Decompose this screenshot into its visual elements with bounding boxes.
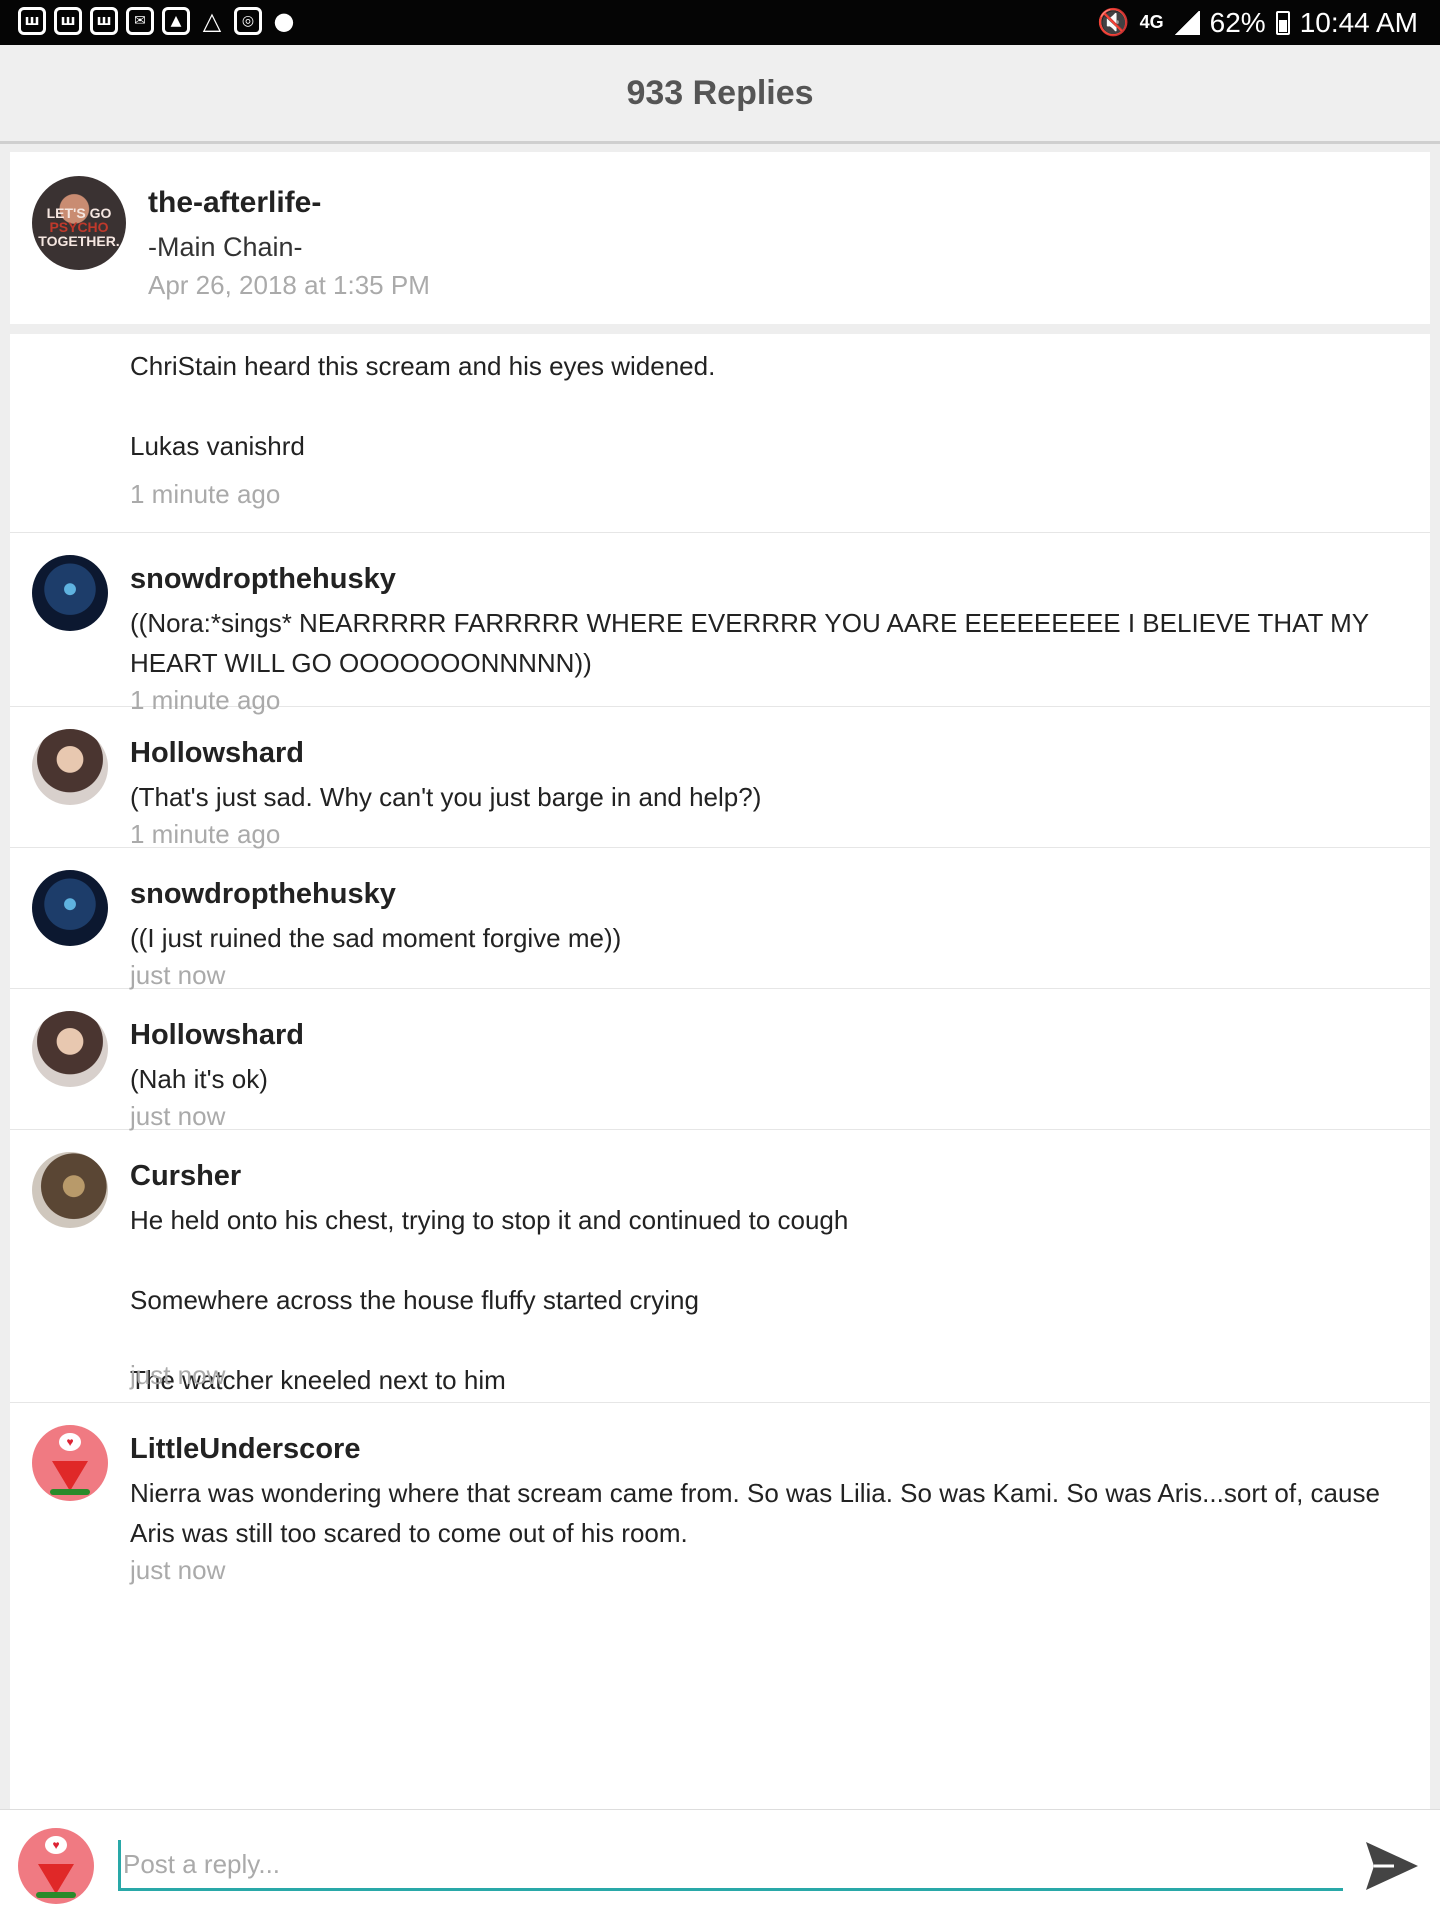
avatar[interactable]: LET'S GO PSYCHO TOGETHER.	[32, 176, 126, 270]
battery-icon	[1275, 10, 1290, 35]
username[interactable]: snowdropthehusky	[130, 878, 396, 911]
watermelon-icon	[52, 1461, 88, 1491]
list-item[interactable]: Hollowshard (Nah it's ok) just now	[10, 989, 1430, 1131]
list-item[interactable]: Hollowshard (That's just sad. Why can't …	[10, 707, 1430, 849]
page-title: 933 Replies	[626, 73, 814, 112]
heart-icon: ♥	[59, 1433, 81, 1451]
header: 933 Replies	[0, 45, 1440, 144]
post-time: just now	[130, 960, 226, 990]
avatar[interactable]	[32, 870, 108, 946]
avatar[interactable]	[32, 555, 108, 631]
avatar[interactable]	[32, 729, 108, 805]
post-body: Nierra was wondering where that scream c…	[130, 1478, 1380, 1548]
avatar[interactable]	[32, 1011, 108, 1087]
reply-input[interactable]	[118, 1840, 1343, 1891]
avatar[interactable]	[32, 1152, 108, 1228]
drive-icon: △	[202, 7, 222, 35]
reply-bar: ♥	[0, 1809, 1440, 1921]
w-icon: ш	[18, 7, 46, 35]
timestamp: Apr 26, 2018 at 1:35 PM	[148, 270, 430, 300]
post-time: just now	[130, 1555, 226, 1585]
post-body: (Nah it's ok)	[130, 1064, 268, 1094]
mute-icon: 🔇	[1097, 7, 1130, 37]
gallery-icon: ▲	[162, 7, 190, 35]
list-item[interactable]: ♥ LittleUnderscore Nierra was wondering …	[10, 1403, 1430, 1585]
reply-list[interactable]: ChriStain heard this scream and his eyes…	[10, 334, 1430, 1809]
post-time: just now	[130, 1101, 226, 1131]
post-body: (That's just sad. Why can't you just bar…	[130, 782, 762, 812]
list-item[interactable]: snowdropthehusky ((Nora:*sings* NEARRRRR…	[10, 533, 1430, 715]
username[interactable]: Hollowshard	[130, 737, 304, 770]
w-icon: ш	[90, 7, 118, 35]
post-body: ((I just ruined the sad moment forgive m…	[130, 923, 622, 953]
instagram-icon: ◎	[234, 7, 262, 35]
status-bar: ш ш ш ✉ ▲ △ ◎ ● 🔇 4G 62% 10:44 AM	[0, 0, 1440, 45]
send-icon[interactable]	[1364, 1840, 1420, 1892]
notification-icons: ш ш ш ✉ ▲ △ ◎ ●	[18, 7, 298, 35]
bubble-icon: ●	[273, 7, 295, 35]
username[interactable]: LittleUnderscore	[130, 1433, 360, 1466]
avatar-caption: LET'S GO PSYCHO TOGETHER.	[38, 205, 120, 249]
list-item[interactable]: snowdropthehusky ((I just ruined the sad…	[10, 848, 1430, 990]
avatar[interactable]: ♥	[32, 1425, 108, 1501]
avatar[interactable]: ♥	[18, 1828, 94, 1904]
battery-percent: 62%	[1209, 6, 1266, 38]
post-time: 1 minute ago	[130, 479, 281, 509]
post-body: ((Nora:*sings* NEARRRRR FARRRRR WHERE EV…	[130, 608, 1369, 678]
post-time: 1 minute ago	[130, 819, 281, 849]
username[interactable]: snowdropthehusky	[130, 563, 396, 596]
username[interactable]: the-afterlife-	[148, 186, 321, 220]
signal-icon	[1173, 10, 1200, 35]
network-type: 4G	[1139, 12, 1164, 32]
post-time: just now	[130, 1360, 226, 1390]
original-post[interactable]: LET'S GO PSYCHO TOGETHER. the-afterlife-…	[10, 152, 1430, 324]
watermelon-icon	[38, 1864, 74, 1894]
heart-icon: ♥	[45, 1836, 67, 1854]
list-item[interactable]: ChriStain heard this scream and his eyes…	[10, 334, 1430, 533]
list-item[interactable]: Cursher He held onto his chest, trying t…	[10, 1130, 1430, 1403]
username[interactable]: Hollowshard	[130, 1019, 304, 1052]
post-subtitle: -Main Chain-	[148, 232, 303, 262]
mail-icon: ✉	[126, 7, 154, 35]
post-body: He held onto his chest, trying to stop i…	[130, 1205, 849, 1395]
w-icon: ш	[54, 7, 82, 35]
username[interactable]: Cursher	[130, 1160, 241, 1193]
clock: 10:44 AM	[1299, 6, 1418, 38]
post-body: ChriStain heard this scream and his eyes…	[130, 351, 716, 461]
